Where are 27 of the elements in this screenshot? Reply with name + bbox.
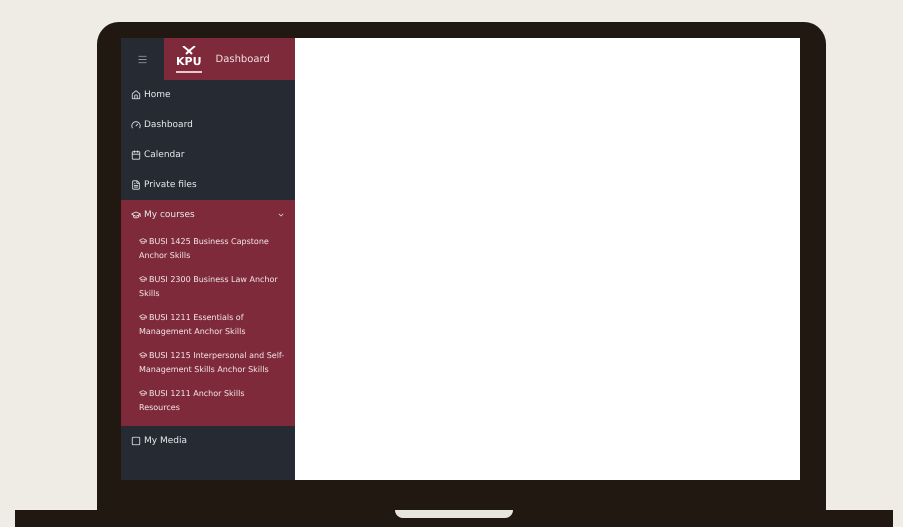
nav-item[interactable]: My courses	[121, 200, 295, 230]
course-link[interactable]: BUSI 1215 Interpersonal and Self-Management Skills Anchor Skills	[121, 344, 295, 382]
chevron-icon[interactable]	[277, 211, 285, 219]
page-title: Dashboard	[216, 54, 270, 64]
calendar-icon	[131, 150, 141, 160]
course-link[interactable]: BUSI 1425 Business Capstone Anchor Skills	[121, 230, 295, 268]
course-link[interactable]: BUSI 1211 Essentials of Management Anchor Skills	[121, 306, 295, 344]
graduation-cap-icon	[139, 389, 147, 397]
square-icon	[131, 436, 141, 446]
gauge-icon	[131, 120, 141, 130]
logo[interactable]: KPU	[176, 46, 202, 72]
graduation-cap-icon	[131, 210, 141, 220]
course-link[interactable]: BUSI 1211 Anchor Skills Resources	[121, 382, 295, 420]
graduation-cap-icon	[139, 351, 147, 359]
nav-item[interactable]: Calendar	[121, 140, 295, 170]
menu-icon[interactable]	[137, 54, 148, 64]
nav-item[interactable]: Dashboard	[121, 110, 295, 140]
nav-item[interactable]: Home	[121, 80, 295, 110]
logo-mark-icon	[182, 46, 196, 54]
home-icon	[131, 90, 141, 100]
graduation-cap-icon	[139, 237, 147, 245]
nav-item[interactable]: Private files	[121, 170, 295, 200]
file-icon	[131, 180, 141, 190]
course-link[interactable]: BUSI 2300 Business Law Anchor Skills	[121, 268, 295, 306]
graduation-cap-icon	[139, 313, 147, 321]
nav-item[interactable]: My Media	[121, 426, 295, 456]
graduation-cap-icon	[139, 275, 147, 283]
